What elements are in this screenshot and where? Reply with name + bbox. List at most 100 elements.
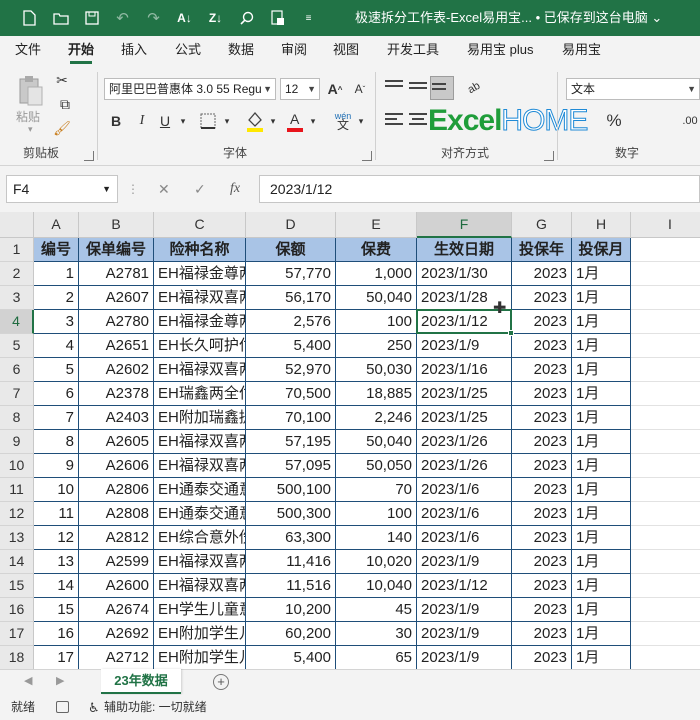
- table-cell[interactable]: 4: [34, 334, 79, 358]
- next-sheet-icon[interactable]: ▶: [56, 674, 64, 687]
- table-cell[interactable]: A2378: [79, 382, 154, 406]
- table-cell[interactable]: 50,040: [336, 430, 417, 454]
- table-cell[interactable]: 2: [34, 286, 79, 310]
- table-cell[interactable]: 2023/1/6: [417, 526, 512, 550]
- table-cell[interactable]: 2,246: [336, 406, 417, 430]
- table-cell[interactable]: 9: [34, 454, 79, 478]
- align-center-icon[interactable]: [409, 113, 429, 129]
- font-color-dropdown-icon[interactable]: ▾: [308, 113, 318, 129]
- borders-icon[interactable]: [198, 111, 218, 131]
- borders-dropdown-icon[interactable]: ▾: [222, 113, 232, 129]
- row-header[interactable]: 2: [0, 262, 34, 286]
- table-cell[interactable]: 15: [34, 598, 79, 622]
- table-cell[interactable]: 1月: [572, 526, 631, 550]
- table-cell[interactable]: EH福禄双喜两: [154, 550, 246, 574]
- table-cell[interactable]: 70: [336, 478, 417, 502]
- redo-icon[interactable]: ↷: [138, 0, 169, 36]
- table-cell[interactable]: 1月: [572, 574, 631, 598]
- fill-handle[interactable]: [508, 330, 514, 336]
- table-cell[interactable]: 1月: [572, 382, 631, 406]
- number-format-select[interactable]: 文本 ▼: [566, 78, 700, 100]
- underline-dropdown-icon[interactable]: ▾: [178, 113, 188, 129]
- cut-icon[interactable]: ✂: [54, 72, 70, 88]
- table-cell[interactable]: A2607: [79, 286, 154, 310]
- table-cell[interactable]: 2023: [512, 502, 572, 526]
- table-cell[interactable]: EH学生儿童意: [154, 598, 246, 622]
- italic-button[interactable]: I: [134, 111, 150, 131]
- table-cell[interactable]: 2023/1/26: [417, 454, 512, 478]
- align-left-icon[interactable]: [385, 113, 405, 129]
- table-cell[interactable]: EH附加瑞鑫提: [154, 406, 246, 430]
- table-cell[interactable]: 2023/1/9: [417, 622, 512, 646]
- table-header-cell[interactable]: 投保年: [512, 238, 572, 262]
- table-header-cell[interactable]: 保单编号: [79, 238, 154, 262]
- table-cell[interactable]: EH福禄金尊两: [154, 262, 246, 286]
- table-cell[interactable]: A2674: [79, 598, 154, 622]
- table-cell[interactable]: 10: [34, 478, 79, 502]
- row-header[interactable]: 8: [0, 406, 34, 430]
- accessibility-icon[interactable]: ♿: [88, 695, 100, 720]
- tab-view[interactable]: 视图: [333, 36, 359, 66]
- table-cell[interactable]: EH综合意外伤: [154, 526, 246, 550]
- screenshot-icon[interactable]: [262, 0, 293, 36]
- tab-formulas[interactable]: 公式: [175, 36, 201, 66]
- table-cell[interactable]: 500,300: [246, 502, 336, 526]
- table-cell[interactable]: 2023: [512, 646, 572, 669]
- table-cell[interactable]: 2023/1/25: [417, 382, 512, 406]
- table-cell[interactable]: EH福禄双喜两: [154, 454, 246, 478]
- table-cell[interactable]: 100: [336, 502, 417, 526]
- table-cell[interactable]: EH福禄金尊两: [154, 310, 246, 334]
- font-launcher-icon[interactable]: [362, 151, 372, 161]
- table-cell[interactable]: 8: [34, 430, 79, 454]
- table-cell[interactable]: 1月: [572, 454, 631, 478]
- empty-cell[interactable]: [631, 262, 700, 286]
- tab-home[interactable]: 开始: [68, 36, 94, 66]
- underline-button[interactable]: U: [157, 111, 173, 131]
- table-cell[interactable]: 2023/1/16: [417, 358, 512, 382]
- table-cell[interactable]: 16: [34, 622, 79, 646]
- table-cell[interactable]: EH福禄双喜两: [154, 430, 246, 454]
- empty-cell[interactable]: [631, 454, 700, 478]
- table-header-cell[interactable]: 生效日期: [417, 238, 512, 262]
- tab-file[interactable]: 文件: [15, 36, 41, 66]
- table-header-cell[interactable]: 投保月: [572, 238, 631, 262]
- table-cell[interactable]: 2023: [512, 334, 572, 358]
- align-bottom-icon[interactable]: [430, 76, 454, 100]
- table-header-cell[interactable]: 保费: [336, 238, 417, 262]
- table-cell[interactable]: A2806: [79, 478, 154, 502]
- grow-font-icon[interactable]: A ^: [325, 79, 345, 99]
- table-cell[interactable]: 57,095: [246, 454, 336, 478]
- format-painter-icon[interactable]: 🖌: [53, 120, 71, 136]
- row-header[interactable]: 18: [0, 646, 34, 669]
- table-cell[interactable]: 1月: [572, 262, 631, 286]
- table-cell[interactable]: 11,516: [246, 574, 336, 598]
- empty-cell[interactable]: [631, 478, 700, 502]
- table-cell[interactable]: 57,770: [246, 262, 336, 286]
- table-cell[interactable]: 2023: [512, 382, 572, 406]
- table-header-cell[interactable]: 编号: [34, 238, 79, 262]
- table-cell[interactable]: A2599: [79, 550, 154, 574]
- row-header[interactable]: 4: [0, 310, 34, 334]
- table-cell[interactable]: EH福禄双喜两: [154, 574, 246, 598]
- macro-record-icon[interactable]: [56, 701, 69, 713]
- cancel-button[interactable]: ✕: [158, 175, 170, 203]
- table-header-cell[interactable]: 险种名称: [154, 238, 246, 262]
- column-header[interactable]: H: [572, 212, 631, 238]
- orientation-icon[interactable]: ab: [457, 72, 491, 103]
- sort-icon[interactable]: A↓: [169, 0, 200, 36]
- table-cell[interactable]: 100: [336, 310, 417, 334]
- table-cell[interactable]: 2023: [512, 478, 572, 502]
- empty-cell[interactable]: [631, 502, 700, 526]
- row-header[interactable]: 9: [0, 430, 34, 454]
- table-cell[interactable]: 1月: [572, 286, 631, 310]
- empty-cell[interactable]: [631, 598, 700, 622]
- undo-icon[interactable]: ↶: [107, 0, 138, 36]
- table-cell[interactable]: 5,400: [246, 334, 336, 358]
- empty-cell[interactable]: [631, 310, 700, 334]
- table-cell[interactable]: A2600: [79, 574, 154, 598]
- table-cell[interactable]: 2023: [512, 286, 572, 310]
- table-cell[interactable]: 140: [336, 526, 417, 550]
- table-cell[interactable]: 2023: [512, 622, 572, 646]
- row-header[interactable]: 14: [0, 550, 34, 574]
- row-header[interactable]: 11: [0, 478, 34, 502]
